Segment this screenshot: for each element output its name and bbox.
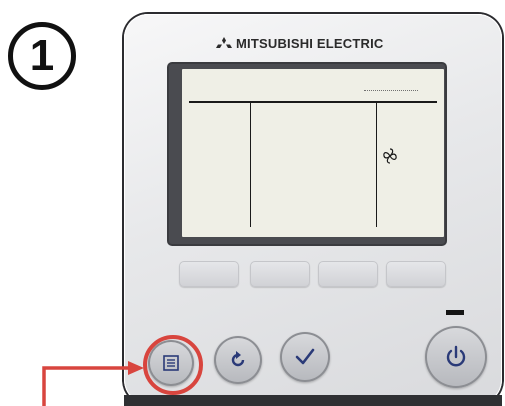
brand: MITSUBISHI ELECTRIC xyxy=(216,36,384,51)
power-button[interactable] xyxy=(425,326,487,388)
power-icon xyxy=(446,345,466,367)
lcd-column-divider xyxy=(376,103,377,227)
lcd-display xyxy=(182,69,444,237)
function-key-f4[interactable] xyxy=(386,261,446,287)
lcd-column-divider xyxy=(250,103,251,227)
function-key-f3[interactable] xyxy=(318,261,378,287)
return-button[interactable] xyxy=(214,336,262,384)
fan-icon xyxy=(383,148,397,164)
instruction-figure: 1 MITSUBISHI ELECTRIC xyxy=(0,0,505,406)
three-diamond-logo-icon xyxy=(216,36,232,48)
power-indicator-led xyxy=(446,310,464,315)
return-icon xyxy=(231,351,245,367)
lcd-status-line xyxy=(364,90,418,94)
controller-base-edge xyxy=(124,395,502,406)
callout-arrow-icon xyxy=(42,361,144,406)
brand-name: MITSUBISHI ELECTRIC xyxy=(236,36,384,51)
function-key-f2[interactable] xyxy=(250,261,310,287)
ok-button[interactable] xyxy=(280,332,330,382)
menu-button-highlight-ring xyxy=(143,335,203,395)
check-icon xyxy=(295,348,315,365)
function-key-f1[interactable] xyxy=(179,261,239,287)
lcd-divider xyxy=(189,101,437,103)
step-number-badge: 1 xyxy=(8,22,76,90)
